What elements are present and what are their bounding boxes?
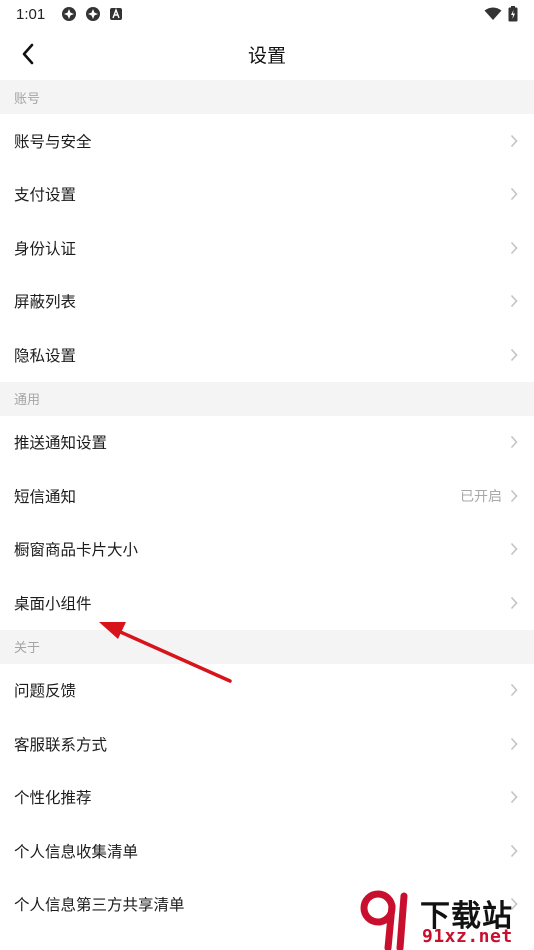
chevron-right-icon xyxy=(508,241,520,255)
watermark-site-url: 91xz.net xyxy=(422,926,513,947)
page-title: 设置 xyxy=(247,44,286,67)
settings-row-card-size[interactable]: 橱窗商品卡片大小 xyxy=(0,522,534,576)
chevron-right-icon xyxy=(508,134,520,148)
chevron-right-icon xyxy=(508,844,520,858)
settings-row-feedback[interactable]: 问题反馈 xyxy=(0,663,534,717)
chevron-right-icon xyxy=(508,542,520,556)
section-header-about: 关于 xyxy=(0,629,534,664)
row-label: 桌面小组件 xyxy=(14,594,92,613)
chevron-left-icon xyxy=(22,43,34,65)
row-label: 账号与安全 xyxy=(14,132,92,151)
app-icon-1 xyxy=(61,6,77,22)
row-label: 个人信息收集清单 xyxy=(14,842,139,861)
chevron-right-icon xyxy=(508,683,520,697)
back-button[interactable] xyxy=(10,36,46,72)
nav-bar: 设置 xyxy=(0,28,534,80)
row-label: 推送通知设置 xyxy=(14,434,108,453)
settings-row-identity[interactable]: 身份认证 xyxy=(0,221,534,275)
chevron-right-icon xyxy=(508,737,520,751)
row-label: 橱窗商品卡片大小 xyxy=(14,541,139,560)
row-label: 支付设置 xyxy=(14,186,77,205)
row-label: 个性化推荐 xyxy=(14,789,92,808)
settings-row-customer-service[interactable]: 客服联系方式 xyxy=(0,717,534,771)
settings-row-push[interactable]: 推送通知设置 xyxy=(0,415,534,469)
battery-icon xyxy=(508,6,518,22)
status-bar: 1:01 xyxy=(0,0,534,28)
settings-row-block-list[interactable]: 屏蔽列表 xyxy=(0,274,534,328)
chevron-right-icon xyxy=(508,435,520,449)
row-label: 身份认证 xyxy=(14,239,77,258)
settings-row-desktop-widget[interactable]: 桌面小组件 xyxy=(0,576,534,630)
app-icon-2 xyxy=(85,6,101,22)
row-label: 隐私设置 xyxy=(14,346,77,365)
row-label: 短信通知 xyxy=(14,487,77,506)
settings-row-info-collection[interactable]: 个人信息收集清单 xyxy=(0,824,534,878)
settings-row-personalized[interactable]: 个性化推荐 xyxy=(0,770,534,824)
chevron-right-icon xyxy=(508,187,520,201)
wifi-icon xyxy=(484,7,502,21)
chevron-right-icon xyxy=(508,294,520,308)
watermark-91-logo-icon xyxy=(360,890,408,950)
row-label: 问题反馈 xyxy=(14,682,77,701)
row-label: 客服联系方式 xyxy=(14,735,108,754)
chevron-right-icon xyxy=(508,596,520,610)
watermark: 下载站 91xz.net xyxy=(360,888,530,950)
settings-row-account-security[interactable]: 账号与安全 xyxy=(0,114,534,168)
settings-row-payment[interactable]: 支付设置 xyxy=(0,167,534,221)
status-right xyxy=(484,6,518,22)
chevron-right-icon xyxy=(508,348,520,362)
settings-row-sms[interactable]: 短信通知 已开启 xyxy=(0,469,534,523)
chevron-right-icon xyxy=(508,790,520,804)
section-header-general: 通用 xyxy=(0,381,534,416)
status-left: 1:01 xyxy=(16,6,123,23)
notification-a-icon xyxy=(109,7,123,21)
settings-row-privacy[interactable]: 隐私设置 xyxy=(0,328,534,382)
row-label: 屏蔽列表 xyxy=(14,293,77,312)
row-label: 个人信息第三方共享清单 xyxy=(14,896,185,915)
status-time: 1:01 xyxy=(16,5,46,23)
chevron-right-icon xyxy=(508,489,520,503)
sms-status-value: 已开启 xyxy=(460,488,502,505)
section-header-account: 账号 xyxy=(0,80,534,114)
